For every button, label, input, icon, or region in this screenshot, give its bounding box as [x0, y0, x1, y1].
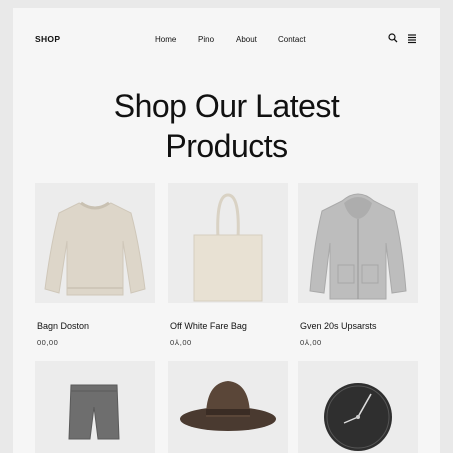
page: SHOP Home Pino About Contact Shop Our La… [13, 8, 440, 453]
product-image-clock[interactable] [298, 361, 418, 453]
search-icon[interactable] [387, 32, 399, 44]
product-price: 00,00 [37, 338, 59, 347]
product-card[interactable]: Bagn Doston 00,00 [35, 183, 155, 353]
nav-link-about[interactable]: About [236, 35, 257, 44]
hero-heading-line1: Shop Our Latest [113, 88, 340, 124]
product-card[interactable] [298, 361, 418, 453]
product-name[interactable]: Gven 20s Upsarsts [300, 321, 377, 331]
product-price: 0⅄,00 [300, 338, 322, 347]
product-card[interactable]: Gven 20s Upsarsts 0⅄,00 [298, 183, 418, 353]
product-name[interactable]: Off White Fare Bag [170, 321, 247, 331]
product-price: 0⅄,00 [170, 338, 192, 347]
product-card[interactable] [35, 361, 155, 453]
shop-logo[interactable]: SHOP [35, 34, 60, 44]
product-image-tote-bag[interactable] [168, 183, 288, 303]
nav-link-contact[interactable]: Contact [278, 35, 306, 44]
product-image-shorts[interactable] [35, 361, 155, 453]
top-nav: SHOP Home Pino About Contact [13, 8, 440, 70]
product-card[interactable]: Off White Fare Bag 0⅄,00 [168, 183, 288, 353]
product-card[interactable] [168, 361, 288, 453]
hero-heading-line2: Products [165, 128, 288, 164]
nav-link-home[interactable]: Home [155, 35, 176, 44]
menu-icon[interactable] [406, 32, 418, 44]
product-image-hoodie[interactable] [298, 183, 418, 303]
nav-link-pino[interactable]: Pino [198, 35, 214, 44]
product-image-hat[interactable] [168, 361, 288, 453]
product-name[interactable]: Bagn Doston [37, 321, 89, 331]
product-image-sweater[interactable] [35, 183, 155, 303]
hero-heading: Shop Our Latest Products [13, 86, 440, 166]
